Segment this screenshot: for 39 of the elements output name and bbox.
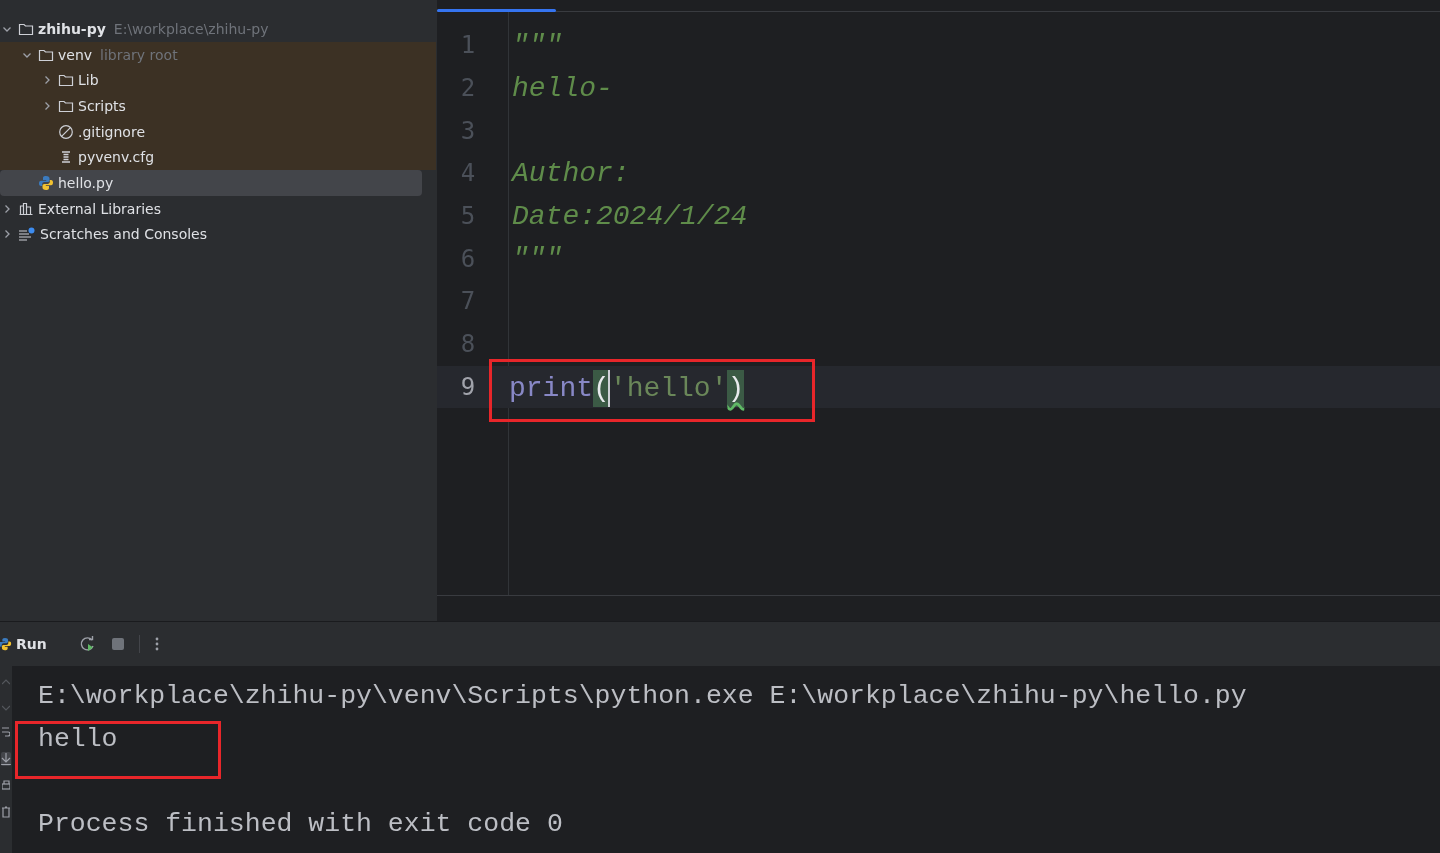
code-token: hello- — [512, 72, 613, 104]
tree-item[interactable]: External Libraries — [0, 195, 422, 222]
python-icon — [38, 174, 54, 191]
prohibited-icon — [58, 123, 74, 140]
python-icon — [0, 637, 12, 651]
chevron-icon[interactable] — [42, 75, 52, 86]
library-icon — [18, 201, 34, 216]
tree-item[interactable]: hello.py — [0, 170, 422, 196]
console-text: Process finished with exit code 0 — [38, 808, 563, 839]
tree-item-hint: library root — [100, 46, 178, 63]
trash-icon[interactable] — [2, 806, 10, 818]
scratches-icon — [18, 227, 36, 242]
folder-icon — [18, 21, 34, 36]
folder-icon — [58, 73, 74, 88]
tree-item[interactable]: Scratches and Consoles — [0, 221, 422, 248]
code-token: Date:2024/1/24 — [512, 200, 748, 232]
console-text: E:\workplace\zhihu-py\venv\Scripts\python.exe E:\workplace\zhihu-py\hello.py — [38, 680, 1247, 711]
line-number: 9 — [459, 372, 477, 401]
folder-icon — [58, 98, 74, 113]
code-token: """ — [512, 29, 563, 61]
console-text: hello — [18, 723, 218, 776]
print-icon[interactable] — [2, 780, 10, 792]
code-token: 'hello' — [609, 373, 728, 405]
code-token: print — [509, 373, 593, 405]
folder-icon — [38, 47, 54, 62]
code-token: """ — [512, 243, 563, 275]
run-tab[interactable]: Run — [0, 632, 49, 656]
chevron-icon[interactable] — [42, 100, 52, 111]
tree-item[interactable]: zhihu-py E:\workplace\zhihu-py — [0, 16, 422, 42]
code-token: ( — [593, 370, 610, 408]
chevron-icon[interactable] — [2, 203, 12, 214]
scroll-to-end-icon[interactable] — [1, 752, 11, 766]
code-token: ) — [727, 370, 745, 408]
chevron-icon[interactable] — [2, 229, 12, 240]
more-icon[interactable] — [153, 636, 160, 652]
stop-icon[interactable] — [110, 637, 125, 651]
tree-item-hint: E:\workplace\zhihu-py — [113, 20, 269, 37]
code-token: Author: — [512, 157, 630, 189]
soft-wrap-icon[interactable] — [2, 726, 10, 738]
